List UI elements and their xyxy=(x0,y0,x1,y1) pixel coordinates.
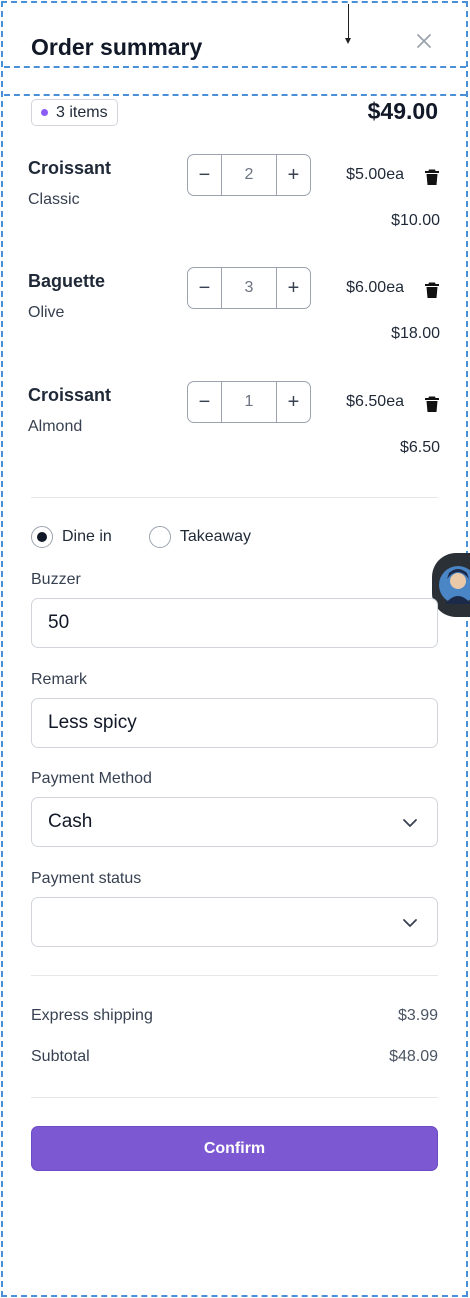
item-name: Croissant xyxy=(28,385,112,405)
line-total: $6.50 xyxy=(399,439,440,456)
increase-button[interactable]: + xyxy=(277,268,310,308)
item-variant: Olive xyxy=(28,304,65,321)
subtotal-label: Subtotal xyxy=(31,1048,90,1065)
chevron-down-icon[interactable] xyxy=(401,814,419,832)
quantity-value[interactable]: 3 xyxy=(221,268,277,308)
item-variant: Classic xyxy=(28,191,80,208)
drag-marker-line xyxy=(348,4,349,40)
payment-status-select[interactable] xyxy=(31,897,438,947)
divider xyxy=(31,497,438,498)
unit-price: $6.50ea xyxy=(346,393,404,410)
payment-method-select[interactable]: Cash xyxy=(31,797,438,847)
radio-label: Takeaway xyxy=(179,528,251,545)
unit-price: $5.00ea xyxy=(346,166,404,183)
radio-unchecked-icon[interactable] xyxy=(148,526,171,548)
line-total: $18.00 xyxy=(391,325,440,342)
remark-input[interactable] xyxy=(48,712,421,734)
buzzer-label: Buzzer xyxy=(31,571,81,588)
shipping-value: $3.99 xyxy=(397,1007,438,1024)
quantity-value[interactable]: 2 xyxy=(221,155,277,195)
decrease-button[interactable]: − xyxy=(188,382,221,422)
divider xyxy=(31,975,438,976)
cart-item: Baguette Olive − 3 + $6.00ea $18.00 xyxy=(28,267,442,371)
item-count-label: 3 items xyxy=(56,103,108,121)
item-name: Croissant xyxy=(28,158,112,178)
header-guide-bottom xyxy=(4,94,466,96)
drag-marker-arrow xyxy=(345,38,351,44)
remark-field[interactable] xyxy=(31,698,438,748)
item-variant: Almond xyxy=(28,418,83,435)
divider xyxy=(31,1097,438,1098)
chevron-down-icon[interactable] xyxy=(401,914,419,932)
header-guide-top xyxy=(4,66,466,68)
page-title: Order summary xyxy=(31,34,203,60)
buzzer-input[interactable] xyxy=(48,612,421,634)
remark-label: Remark xyxy=(31,671,88,688)
decrease-button[interactable]: − xyxy=(188,155,221,195)
cart-item: Croissant Almond − 1 + $6.50ea $6.50 xyxy=(28,381,442,485)
subtotal-row: Subtotal $48.09 xyxy=(31,1048,438,1066)
dining-option-group: Dine in Takeaway xyxy=(31,526,288,548)
increase-button[interactable]: + xyxy=(277,155,310,195)
radio-label: Dine in xyxy=(62,528,112,545)
quantity-value[interactable]: 1 xyxy=(221,382,277,422)
close-icon[interactable] xyxy=(413,30,435,52)
quantity-stepper: − 1 + xyxy=(187,381,311,423)
payment-method-label: Payment Method xyxy=(31,770,152,787)
buzzer-field[interactable] xyxy=(31,598,438,648)
trash-icon[interactable] xyxy=(422,167,442,187)
confirm-button[interactable]: Confirm xyxy=(31,1126,438,1171)
trash-icon[interactable] xyxy=(422,394,442,414)
payment-method-value: Cash xyxy=(48,811,93,832)
cart-item: Croissant Classic − 2 + $5.00ea $10.00 xyxy=(28,154,442,258)
radio-checked-icon[interactable] xyxy=(31,526,53,548)
status-dot-icon xyxy=(41,109,48,116)
shipping-row: Express shipping $3.99 xyxy=(31,1007,438,1025)
item-name: Baguette xyxy=(28,271,106,291)
increase-button[interactable]: + xyxy=(277,382,310,422)
unit-price: $6.00ea xyxy=(346,279,404,296)
payment-status-label: Payment status xyxy=(31,870,142,887)
trash-icon[interactable] xyxy=(422,280,442,300)
quantity-stepper: − 2 + xyxy=(187,154,311,196)
order-total: $49.00 xyxy=(367,98,438,124)
radio-dine-in[interactable]: Dine in xyxy=(31,526,112,548)
line-total: $10.00 xyxy=(391,212,440,229)
item-count-badge: 3 items xyxy=(31,99,118,126)
radio-takeaway[interactable]: Takeaway xyxy=(148,526,251,548)
subtotal-value: $48.09 xyxy=(389,1048,438,1065)
shipping-label: Express shipping xyxy=(31,1007,153,1024)
quantity-stepper: − 3 + xyxy=(187,267,311,309)
decrease-button[interactable]: − xyxy=(188,268,221,308)
